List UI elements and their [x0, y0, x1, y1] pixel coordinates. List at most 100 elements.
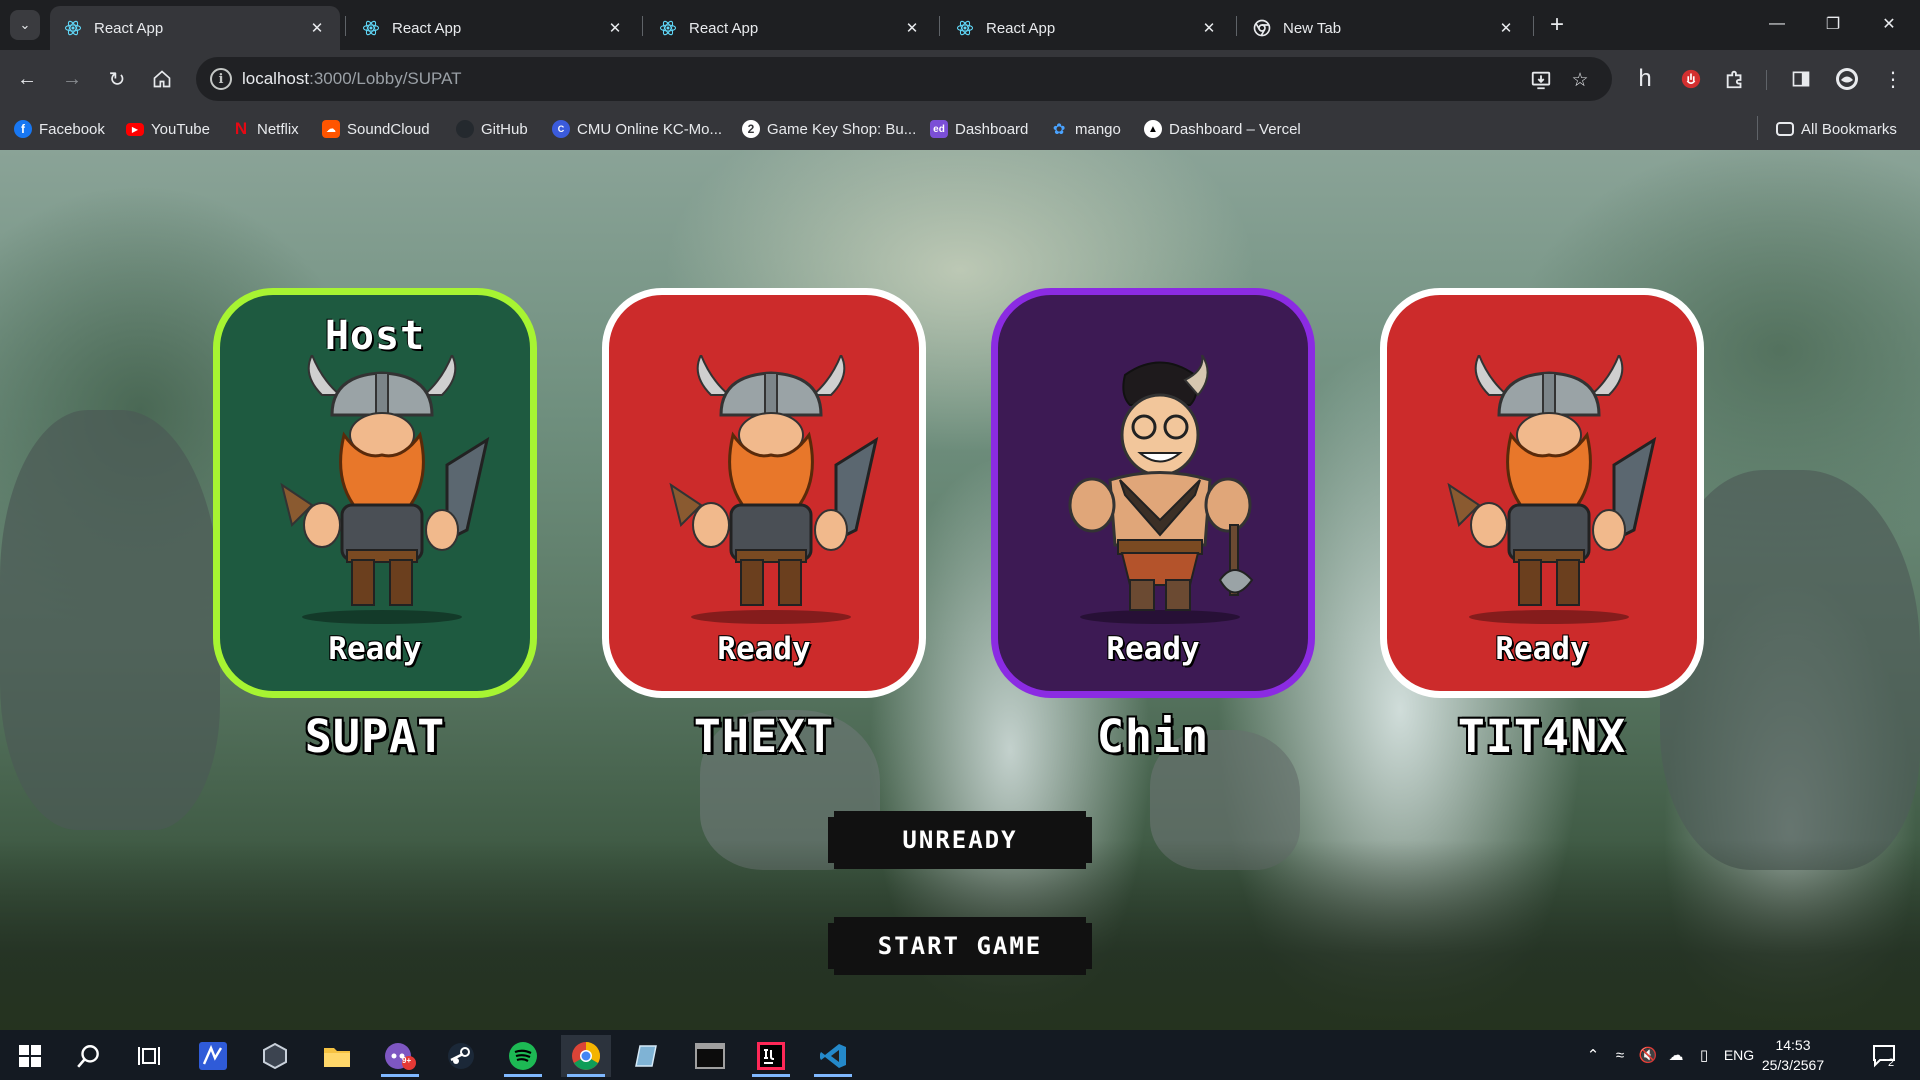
- react-icon: [64, 19, 82, 37]
- close-window-button[interactable]: ✕: [1866, 8, 1912, 40]
- bookmark-gamekey[interactable]: 2 Game Key Shop: Bu...: [742, 117, 916, 141]
- running-indicator: [504, 1074, 542, 1077]
- info-icon[interactable]: i: [210, 68, 232, 90]
- tab-2[interactable]: React App ✕: [348, 6, 638, 50]
- player-name: THEXT: [693, 710, 835, 763]
- clock[interactable]: 14:53 25/3/2567: [1758, 1035, 1828, 1075]
- tab-divider: [1533, 16, 1534, 36]
- toolbar-divider: [1766, 70, 1767, 90]
- new-tab-button[interactable]: +: [1542, 10, 1572, 40]
- extensions-button[interactable]: [1718, 62, 1752, 96]
- tab-divider: [345, 16, 346, 36]
- extension-h-button[interactable]: h: [1628, 62, 1662, 96]
- player-name: SUPAT: [304, 710, 446, 763]
- chevron-up-icon[interactable]: ⌃: [1580, 1046, 1606, 1064]
- taskbar-app-1[interactable]: [188, 1035, 238, 1077]
- reload-button[interactable]: ↻: [100, 62, 134, 96]
- bookmark-mango[interactable]: ✿ mango: [1050, 117, 1121, 141]
- taskbar-chrome[interactable]: [561, 1035, 611, 1077]
- clock-time: 14:53: [1775, 1037, 1811, 1053]
- react-icon: [362, 19, 380, 37]
- bookmark-label: Dashboard: [955, 120, 1029, 138]
- cloud-icon[interactable]: ☁: [1662, 1046, 1690, 1064]
- close-icon[interactable]: ✕: [1200, 19, 1218, 37]
- task-view-button[interactable]: [124, 1035, 174, 1077]
- bookmark-netflix[interactable]: N Netflix: [232, 117, 299, 141]
- close-icon[interactable]: ✕: [308, 19, 326, 37]
- side-panel-button[interactable]: [1784, 62, 1818, 96]
- cmu-icon: C: [552, 120, 570, 138]
- start-game-button[interactable]: START GAME: [828, 917, 1092, 975]
- restore-icon: ❐: [1825, 16, 1841, 33]
- wifi-icon[interactable]: ≈: [1606, 1047, 1634, 1064]
- bookmark-label: CMU Online KC-Mo...: [577, 120, 723, 138]
- system-tray: ⌃ ≈ 🔇 ☁ ▯ ENG: [1580, 1030, 1760, 1080]
- tab-1[interactable]: React App ✕: [50, 6, 340, 50]
- bookmark-youtube[interactable]: ▶ YouTube: [126, 117, 210, 141]
- bookmark-dashboard[interactable]: ed Dashboard: [930, 117, 1028, 141]
- bookmark-vercel[interactable]: ▲ Dashboard – Vercel: [1144, 117, 1301, 141]
- bookmarks-bar: f Facebook ▶ YouTube N Netflix ☁ SoundCl…: [0, 108, 1920, 150]
- plus-icon: +: [1549, 11, 1564, 38]
- close-icon: ✕: [1882, 16, 1896, 33]
- taskbar-terminal[interactable]: [685, 1035, 735, 1077]
- tab-strip: ⌄ React App ✕ React App ✕ React App ✕ Re…: [0, 0, 1920, 50]
- unready-button[interactable]: UNREADY: [828, 811, 1092, 869]
- bookmark-facebook[interactable]: f Facebook: [14, 117, 105, 141]
- player-card-chin: Ready: [991, 288, 1315, 698]
- tab-4[interactable]: React App ✕: [942, 6, 1232, 50]
- url-text[interactable]: localhost:3000/Lobby/SUPAT: [242, 69, 462, 89]
- tab-3[interactable]: React App ✕: [645, 6, 935, 50]
- minimize-icon: —: [1769, 15, 1785, 32]
- netflix-icon: N: [234, 119, 248, 138]
- taskbar-spotify[interactable]: [498, 1035, 548, 1077]
- notification-center-button[interactable]: 2: [1860, 1035, 1910, 1077]
- close-icon[interactable]: ✕: [1497, 19, 1515, 37]
- close-icon[interactable]: ✕: [903, 19, 921, 37]
- language-indicator[interactable]: ENG: [1718, 1047, 1760, 1063]
- taskbar-explorer[interactable]: [312, 1035, 362, 1077]
- taskbar-intellij[interactable]: [746, 1035, 796, 1077]
- profile-button[interactable]: [1830, 62, 1864, 96]
- volume-muted-icon[interactable]: 🔇: [1634, 1046, 1662, 1064]
- battery-icon[interactable]: ▯: [1690, 1046, 1718, 1064]
- taskbar-vscode[interactable]: [808, 1035, 858, 1077]
- back-button[interactable]: ←: [10, 62, 44, 96]
- bookmark-label: GitHub: [481, 120, 528, 138]
- chrome-icon: [572, 1042, 600, 1070]
- search-button[interactable]: [64, 1035, 114, 1077]
- menu-button[interactable]: ⋮: [1876, 62, 1910, 96]
- taskbar-app-notes[interactable]: [623, 1035, 673, 1077]
- taskbar-app-2[interactable]: [250, 1035, 300, 1077]
- tab-title: React App: [689, 19, 759, 37]
- taskbar-steam[interactable]: [436, 1035, 486, 1077]
- start-button[interactable]: [5, 1035, 55, 1077]
- tab-5[interactable]: New Tab ✕: [1239, 6, 1529, 50]
- soundcloud-icon: ☁: [322, 120, 340, 138]
- red-shield-icon: [1681, 69, 1701, 89]
- forward-button[interactable]: →: [55, 62, 89, 96]
- github-icon: [456, 120, 474, 138]
- steam-icon: [448, 1043, 474, 1069]
- all-bookmarks[interactable]: All Bookmarks: [1776, 117, 1897, 141]
- address-bar[interactable]: i localhost:3000/Lobby/SUPAT ☆: [196, 57, 1612, 101]
- taskbar-discord[interactable]: 9+: [375, 1035, 425, 1077]
- tab-search-button[interactable]: ⌄: [10, 10, 40, 40]
- tab-title: New Tab: [1283, 19, 1342, 37]
- home-button[interactable]: [145, 62, 179, 96]
- bookmark-github[interactable]: GitHub: [456, 117, 528, 141]
- restore-button[interactable]: ❐: [1810, 8, 1856, 40]
- notes-app-icon: [635, 1045, 657, 1067]
- bookmark-soundcloud[interactable]: ☁ SoundCloud: [322, 117, 430, 141]
- running-indicator: [752, 1074, 790, 1077]
- bookmark-cmu[interactable]: C CMU Online KC-Mo...: [552, 117, 722, 141]
- bookmark-star-icon[interactable]: ☆: [1568, 68, 1592, 92]
- minimize-button[interactable]: —: [1754, 8, 1800, 40]
- bookmark-label: All Bookmarks: [1801, 120, 1897, 138]
- player-name: TIT4NX: [1457, 710, 1627, 763]
- close-icon[interactable]: ✕: [606, 19, 624, 37]
- hexagon-app-icon: [263, 1042, 287, 1070]
- install-app-icon[interactable]: [1529, 68, 1553, 92]
- facebook-icon: f: [14, 120, 32, 138]
- extension-shield-button[interactable]: [1674, 62, 1708, 96]
